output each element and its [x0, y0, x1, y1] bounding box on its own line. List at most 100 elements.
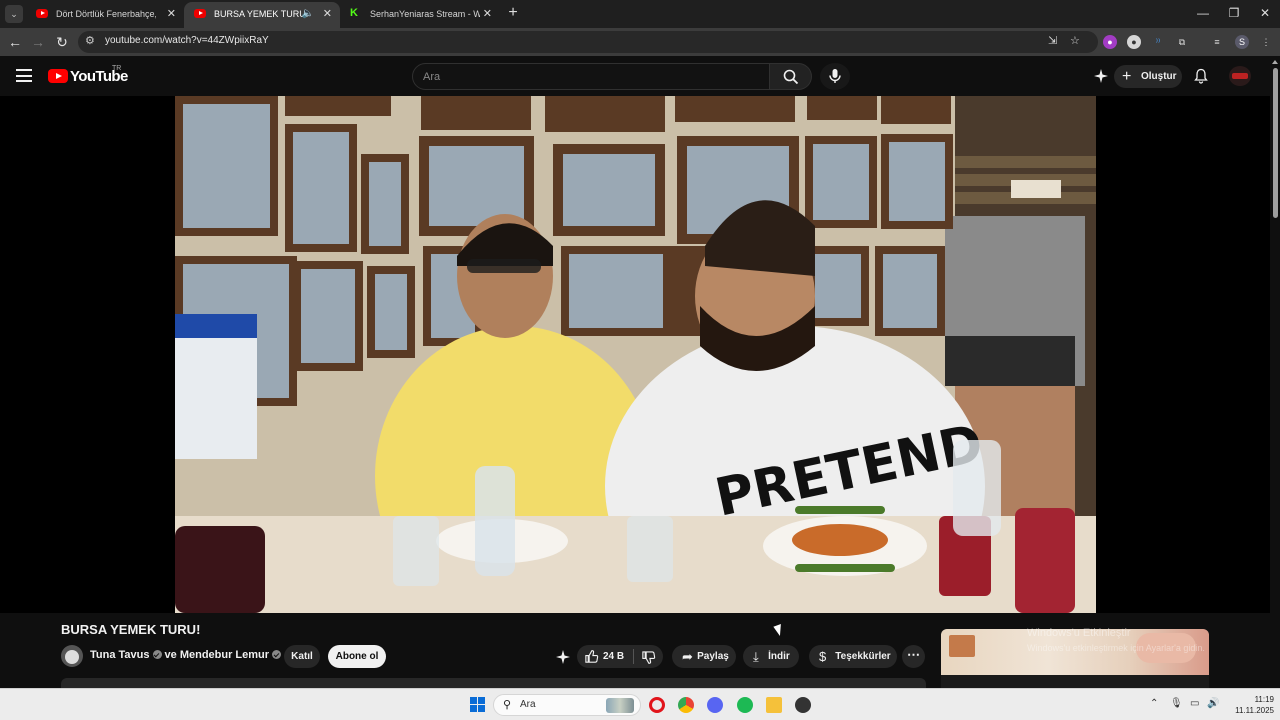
forward-button[interactable]: → [28, 32, 48, 52]
search-input[interactable] [423, 68, 753, 86]
new-tab-button[interactable]: + [505, 4, 521, 22]
address-bar[interactable]: ⚙ youtube.com/watch?v=44ZWpiixRaY ⇲ ☆ [78, 31, 1098, 53]
channel-names[interactable]: Tuna Tavus ve Mendebur Lemur [90, 649, 284, 661]
back-button[interactable]: ← [5, 32, 25, 52]
subscribe-button[interactable]: Abone ol [328, 645, 386, 668]
extensions-puzzle-icon[interactable]: ⧉ [1175, 35, 1189, 49]
voice-search-button[interactable] [820, 63, 850, 90]
video-title: BURSA YEMEK TURU! [61, 622, 201, 637]
like-dislike-group: 24 B [577, 645, 663, 668]
search-button[interactable] [770, 63, 812, 90]
download-label: İndir [768, 651, 790, 662]
volume-icon[interactable]: 🔊 [1207, 698, 1219, 709]
share-button[interactable]: ➦ Paylaş [672, 645, 736, 668]
video-frame-image: PRETEND [175, 96, 1096, 613]
minimize-button[interactable]: — [1186, 3, 1220, 23]
thanks-label: Teşekkürler [835, 651, 891, 662]
video-player[interactable]: PRETEND [0, 96, 1270, 613]
share-label: Paylaş [697, 651, 729, 662]
extension-icon[interactable]: ⁾⁾ [1151, 35, 1165, 49]
youtube-play-icon [48, 69, 68, 83]
restore-button[interactable]: ❐ [1217, 3, 1251, 23]
tab-fenerbahce[interactable]: Dört Dörtlük Fenerbahçe, Kocae ✕ [26, 2, 184, 28]
install-app-icon[interactable]: ⇲ [1048, 34, 1057, 47]
tab-title: SerhanYeniaras Stream - Watch [370, 9, 480, 19]
dislike-icon[interactable] [641, 650, 656, 665]
channel-name-primary[interactable]: Tuna Tavus [90, 649, 150, 661]
media-controls-icon[interactable]: ≡ [1210, 35, 1224, 49]
like-icon[interactable] [584, 649, 599, 664]
close-icon[interactable]: ✕ [323, 2, 332, 26]
file-explorer-icon[interactable] [766, 697, 782, 713]
share-icon: ➦ [682, 649, 693, 664]
profile-avatar[interactable]: S [1235, 35, 1249, 49]
windows-start-icon[interactable] [470, 697, 485, 712]
youtube-masthead: YouTube TR + Oluştur [0, 56, 1280, 96]
site-info-icon[interactable]: ⚙ [85, 34, 95, 47]
verified-icon [272, 650, 282, 659]
close-icon[interactable]: ✕ [167, 2, 176, 26]
search-icon: ⚲ [503, 699, 512, 711]
download-icon: ⤓ [753, 649, 759, 664]
channel-name-secondary[interactable]: Mendebur Lemur [180, 649, 269, 661]
channel-avatar[interactable] [61, 645, 83, 667]
url-text: youtube.com/watch?v=44ZWpiixRaY [105, 35, 269, 46]
clock-time: 11:19 [1254, 695, 1274, 704]
system-clock[interactable]: 11:19 11.11.2025 [1222, 694, 1274, 716]
chrome-icon[interactable] [678, 697, 694, 713]
mouse-cursor-icon [773, 623, 785, 638]
tab-bursa-yemek-turu[interactable]: BURSA YEMEK TURU! - You 🔈 ✕ [184, 2, 340, 28]
youtube-icon [194, 9, 206, 18]
reload-button[interactable]: ↻ [52, 32, 72, 52]
super-thanks-icon: $ [819, 649, 827, 664]
browser-toolbar: ← → ↻ ⚙ youtube.com/watch?v=44ZWpiixRaY … [0, 28, 1280, 56]
kick-icon: K [350, 7, 358, 19]
plus-icon: + [1122, 68, 1132, 85]
ask-spark-icon[interactable] [555, 649, 571, 665]
speaker-icon[interactable]: 🔈 [302, 2, 314, 26]
discord-icon[interactable] [707, 697, 723, 713]
window-close-button[interactable]: ✕ [1248, 3, 1280, 23]
steam-icon[interactable] [795, 697, 811, 713]
scrollbar-thumb[interactable] [1273, 68, 1278, 218]
video-frame[interactable]: PRETEND [175, 96, 1096, 613]
tab-serhanyeniaras-stream[interactable]: K SerhanYeniaras Stream - Watch ✕ [340, 2, 500, 28]
browser-tab-strip: ⌄ Dört Dörtlük Fenerbahçe, Kocae ✕ BURSA… [0, 0, 1280, 28]
extension-icon[interactable]: ● [1127, 35, 1141, 49]
clock-date: 11.11.2025 [1235, 706, 1274, 715]
thanks-button[interactable]: $ Teşekkürler [809, 645, 897, 668]
create-button[interactable]: + Oluştur [1114, 65, 1182, 88]
like-divider [633, 649, 634, 664]
tab-search-button[interactable]: ⌄ [5, 5, 23, 23]
download-button[interactable]: ⤓ İndir [743, 645, 799, 668]
join-label: Katıl [291, 651, 313, 662]
show-hidden-icons-icon[interactable]: ⌃ [1150, 698, 1158, 709]
microphone-icon [829, 69, 841, 83]
browser-menu-icon[interactable]: ⋮ [1259, 35, 1273, 49]
account-avatar[interactable] [1229, 66, 1251, 86]
like-count[interactable]: 24 B [603, 645, 624, 668]
more-actions-button[interactable]: ⋯ [902, 645, 925, 668]
search-icon [783, 69, 799, 85]
search-box [412, 63, 770, 90]
create-label: Oluştur [1141, 71, 1177, 82]
verified-icon [152, 650, 162, 659]
scroll-up-arrow[interactable] [1272, 60, 1278, 64]
activation-watermark-text: Windows'u etkinleştirmek için Ayarlar'a … [1027, 643, 1205, 653]
microphone-tray-icon[interactable]: 🎙 [1170, 698, 1183, 709]
tab-title: Dört Dörtlük Fenerbahçe, Kocae [56, 9, 156, 19]
extension-icon[interactable]: ● [1103, 35, 1117, 49]
gemini-spark-icon[interactable] [1093, 68, 1109, 84]
close-icon[interactable]: ✕ [483, 2, 492, 26]
spotify-icon[interactable] [737, 697, 753, 713]
taskbar-search[interactable]: ⚲ Ara [493, 694, 641, 716]
opera-icon[interactable] [649, 697, 665, 713]
notifications-bell-icon[interactable] [1193, 68, 1209, 84]
join-button[interactable]: Katıl [284, 645, 320, 668]
bookmark-star-icon[interactable]: ☆ [1070, 34, 1080, 47]
search-highlight-image [606, 698, 634, 713]
page-scrollbar[interactable] [1270, 56, 1280, 688]
network-icon[interactable]: ▭ [1190, 698, 1199, 709]
menu-icon[interactable] [16, 69, 32, 82]
taskbar-search-label: Ara [520, 699, 536, 710]
